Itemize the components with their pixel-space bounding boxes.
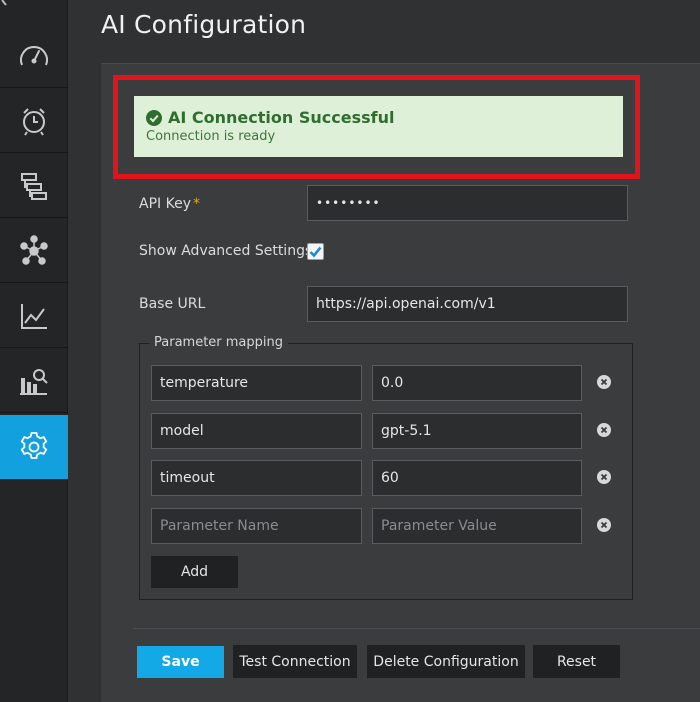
test-connection-button[interactable]: Test Connection: [233, 645, 357, 678]
param-name-input[interactable]: temperature: [151, 365, 362, 401]
sidebar-item-charts[interactable]: [0, 284, 68, 348]
param-name-input-empty[interactable]: Parameter Name: [151, 508, 362, 544]
sidebar-item-settings[interactable]: [0, 415, 68, 479]
network-icon: [20, 234, 48, 265]
reset-button[interactable]: Reset: [533, 645, 620, 678]
api-key-label: API Key *: [139, 196, 200, 212]
base-url-input[interactable]: https://api.openai.com/v1: [307, 286, 628, 322]
partial-icon: [1, 0, 7, 6]
api-key-input[interactable]: ••••••••: [307, 185, 628, 221]
remove-circle-icon[interactable]: [597, 423, 611, 437]
speedometer-icon: [20, 45, 48, 65]
advanced-settings-checkbox[interactable]: [307, 243, 324, 260]
success-banner: AI Connection Successful Connection is r…: [134, 96, 623, 157]
api-key-label-text: API Key: [139, 196, 191, 212]
sidebar-item-alarms[interactable]: [0, 89, 68, 153]
page-title: AI Configuration: [101, 10, 307, 39]
add-parameter-button[interactable]: Add: [151, 556, 238, 588]
checkmark-icon: [309, 246, 322, 258]
success-title-text: AI Connection Successful: [168, 108, 395, 127]
success-title: AI Connection Successful: [146, 108, 623, 127]
alarm-clock-icon: [23, 107, 45, 136]
remove-circle-icon[interactable]: [597, 375, 611, 389]
sidebar-item-network[interactable]: [0, 219, 68, 283]
base-url-label: Base URL: [139, 296, 206, 312]
param-value-input-empty[interactable]: Parameter Value: [372, 508, 582, 544]
remove-circle-icon[interactable]: [597, 518, 611, 532]
hierarchy-icon: [21, 172, 47, 200]
parameter-mapping-legend: Parameter mapping: [149, 335, 289, 350]
required-asterisk: *: [192, 196, 200, 212]
report-search-icon: [20, 368, 48, 395]
line-chart-icon: [21, 303, 47, 329]
param-value-input[interactable]: 0.0: [372, 365, 582, 401]
sidebar-item-dashboard[interactable]: [0, 24, 68, 88]
remove-circle-icon[interactable]: [597, 470, 611, 484]
param-value-input[interactable]: gpt-5.1: [372, 413, 582, 449]
save-button[interactable]: Save: [137, 646, 224, 678]
sidebar-item-hierarchy[interactable]: [0, 154, 68, 218]
check-circle-icon: [146, 109, 162, 126]
param-name-input[interactable]: timeout: [151, 460, 362, 496]
sidebar-item-reports[interactable]: [0, 349, 68, 413]
sidebar: [0, 0, 68, 702]
advanced-settings-label: Show Advanced Settings: [139, 243, 313, 259]
success-subtitle: Connection is ready: [146, 129, 276, 144]
param-value-input[interactable]: 60: [372, 460, 582, 496]
divider: [133, 628, 700, 629]
gear-icon: [20, 432, 48, 459]
delete-configuration-button[interactable]: Delete Configuration: [367, 645, 525, 678]
param-name-input[interactable]: model: [151, 413, 362, 449]
